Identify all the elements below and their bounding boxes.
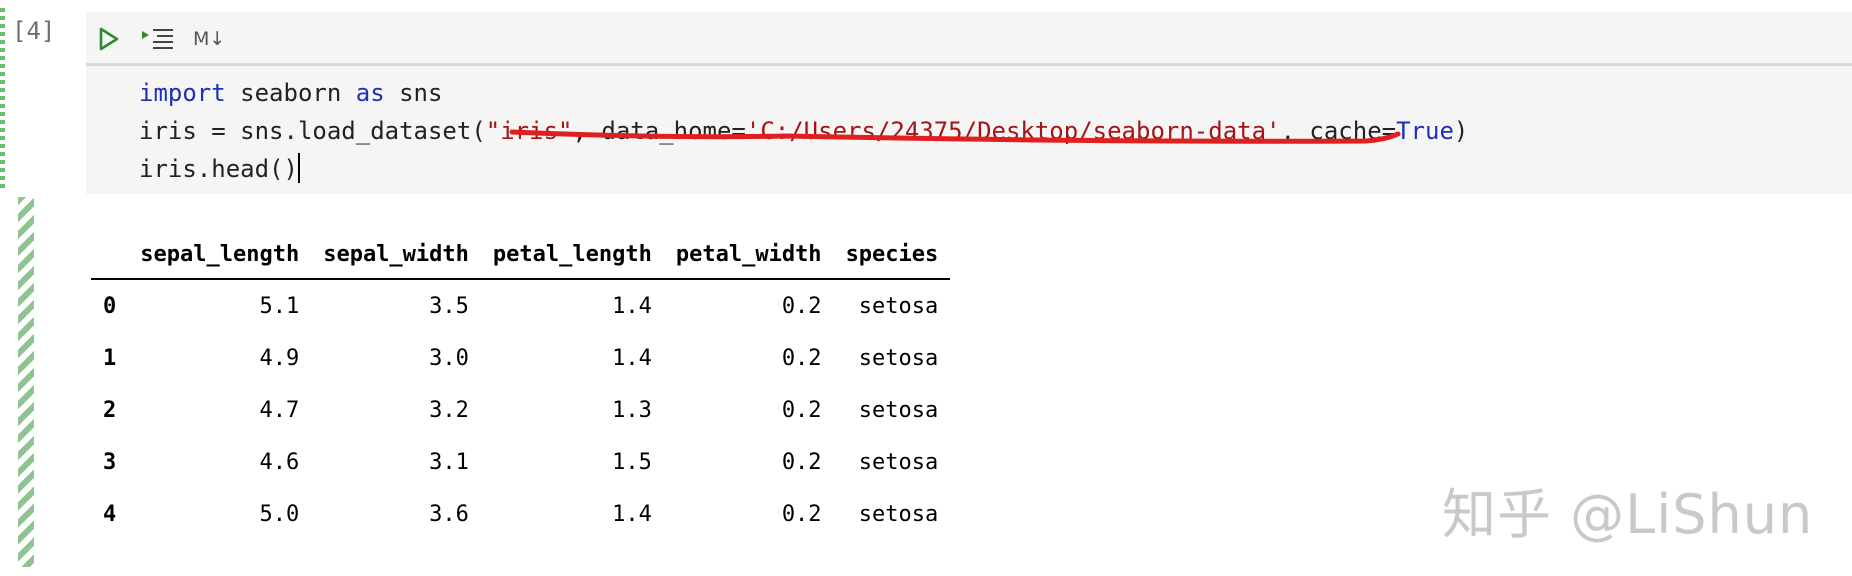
code-string: 'C:/Users/24375/Desktop/seaborn-data' [745, 117, 1281, 145]
code-text: sns [384, 79, 443, 107]
table-cell: 0.2 [781, 501, 822, 527]
table-cell: 0.2 [781, 293, 822, 319]
table-row: 2 4.7 3.2 1.3 0.2 setosa [91, 384, 950, 436]
code-keyword: import [139, 79, 226, 107]
table-cell: 3.2 [429, 397, 469, 423]
row-index: 1 [103, 345, 117, 371]
code-line-2: iris = sns.load_dataset("iris", data_hom… [139, 112, 1468, 150]
table-cell: 3.1 [429, 449, 469, 475]
table-cell: 1.4 [612, 501, 652, 527]
table-cell: 4.7 [259, 397, 300, 423]
table-cell: 0.2 [781, 449, 822, 475]
table-cell: 0.2 [781, 345, 822, 371]
execution-count: [4] [12, 17, 56, 45]
row-index: 4 [103, 501, 117, 527]
run-cell-button[interactable] [98, 24, 120, 54]
cell-toolbar: M↓ [86, 12, 1852, 66]
text-cursor [297, 153, 300, 183]
table-row: 4 5.0 3.6 1.4 0.2 setosa [91, 488, 950, 540]
table-cell: 3.0 [429, 345, 469, 371]
table-cell: 5.0 [259, 501, 300, 527]
table-cell: setosa [858, 449, 939, 475]
column-header: petal_length [480, 230, 664, 280]
code-text: iris = sns.load_dataset( [139, 117, 486, 145]
table-cell: 4.9 [259, 345, 300, 371]
code-keyword: True [1396, 117, 1454, 145]
column-header: sepal_length [128, 230, 312, 280]
table-cell: 3.5 [429, 293, 469, 319]
column-header: petal_width [663, 230, 834, 280]
column-header: species [833, 230, 951, 280]
code-line-1: import seaborn as sns [139, 74, 1468, 112]
table-cell: 1.3 [612, 397, 652, 423]
table-row: 1 4.9 3.0 1.4 0.2 setosa [91, 332, 950, 384]
dataframe-output: sepal_length sepal_width petal_length pe… [91, 230, 951, 540]
table-cell: setosa [858, 293, 939, 319]
watermark: 知乎 @LiShun [1442, 483, 1814, 546]
input-collapse-stripe[interactable] [0, 8, 5, 190]
table-cell: 1.4 [612, 345, 652, 371]
table-row: 3 4.6 3.1 1.5 0.2 setosa [91, 436, 950, 488]
code-cell[interactable]: M↓ import seaborn as sns iris = sns.load_… [86, 12, 1852, 194]
run-below-button[interactable] [141, 24, 175, 54]
column-header: sepal_width [311, 230, 481, 280]
run-cells-below-icon [142, 29, 173, 49]
table-cell: 0.2 [781, 397, 822, 423]
table-row: 0 5.1 3.5 1.4 0.2 setosa [91, 279, 950, 332]
code-text: ) [1453, 117, 1469, 145]
code-line-3: iris.head() [139, 150, 1468, 188]
row-index: 3 [103, 449, 117, 475]
table-cell: 5.1 [259, 293, 300, 319]
table-cell: 1.5 [612, 449, 652, 475]
row-index: 2 [103, 397, 117, 423]
code-text: seaborn [225, 79, 356, 107]
column-header [91, 230, 129, 280]
table-cell: 3.6 [429, 501, 469, 527]
code-text: , cache= [1280, 117, 1397, 145]
table-header-row: sepal_length sepal_width petal_length pe… [91, 230, 951, 280]
code-editor[interactable]: import seaborn as sns iris = sns.load_dat… [139, 74, 1468, 188]
table-cell: 1.4 [612, 293, 652, 319]
code-string: "iris" [485, 117, 573, 145]
table-cell: setosa [858, 345, 939, 371]
table-cell: setosa [858, 397, 939, 423]
table-cell: setosa [858, 501, 939, 527]
table-cell: 4.6 [259, 449, 300, 475]
code-text: iris.head() [139, 155, 298, 183]
row-index: 0 [103, 293, 117, 319]
markdown-toggle-button[interactable]: M↓ [193, 24, 225, 54]
output-collapse-stripe[interactable] [18, 197, 34, 567]
code-keyword: as [355, 79, 385, 107]
code-text: , data_home= [572, 117, 746, 145]
play-triangle-icon [99, 27, 119, 51]
